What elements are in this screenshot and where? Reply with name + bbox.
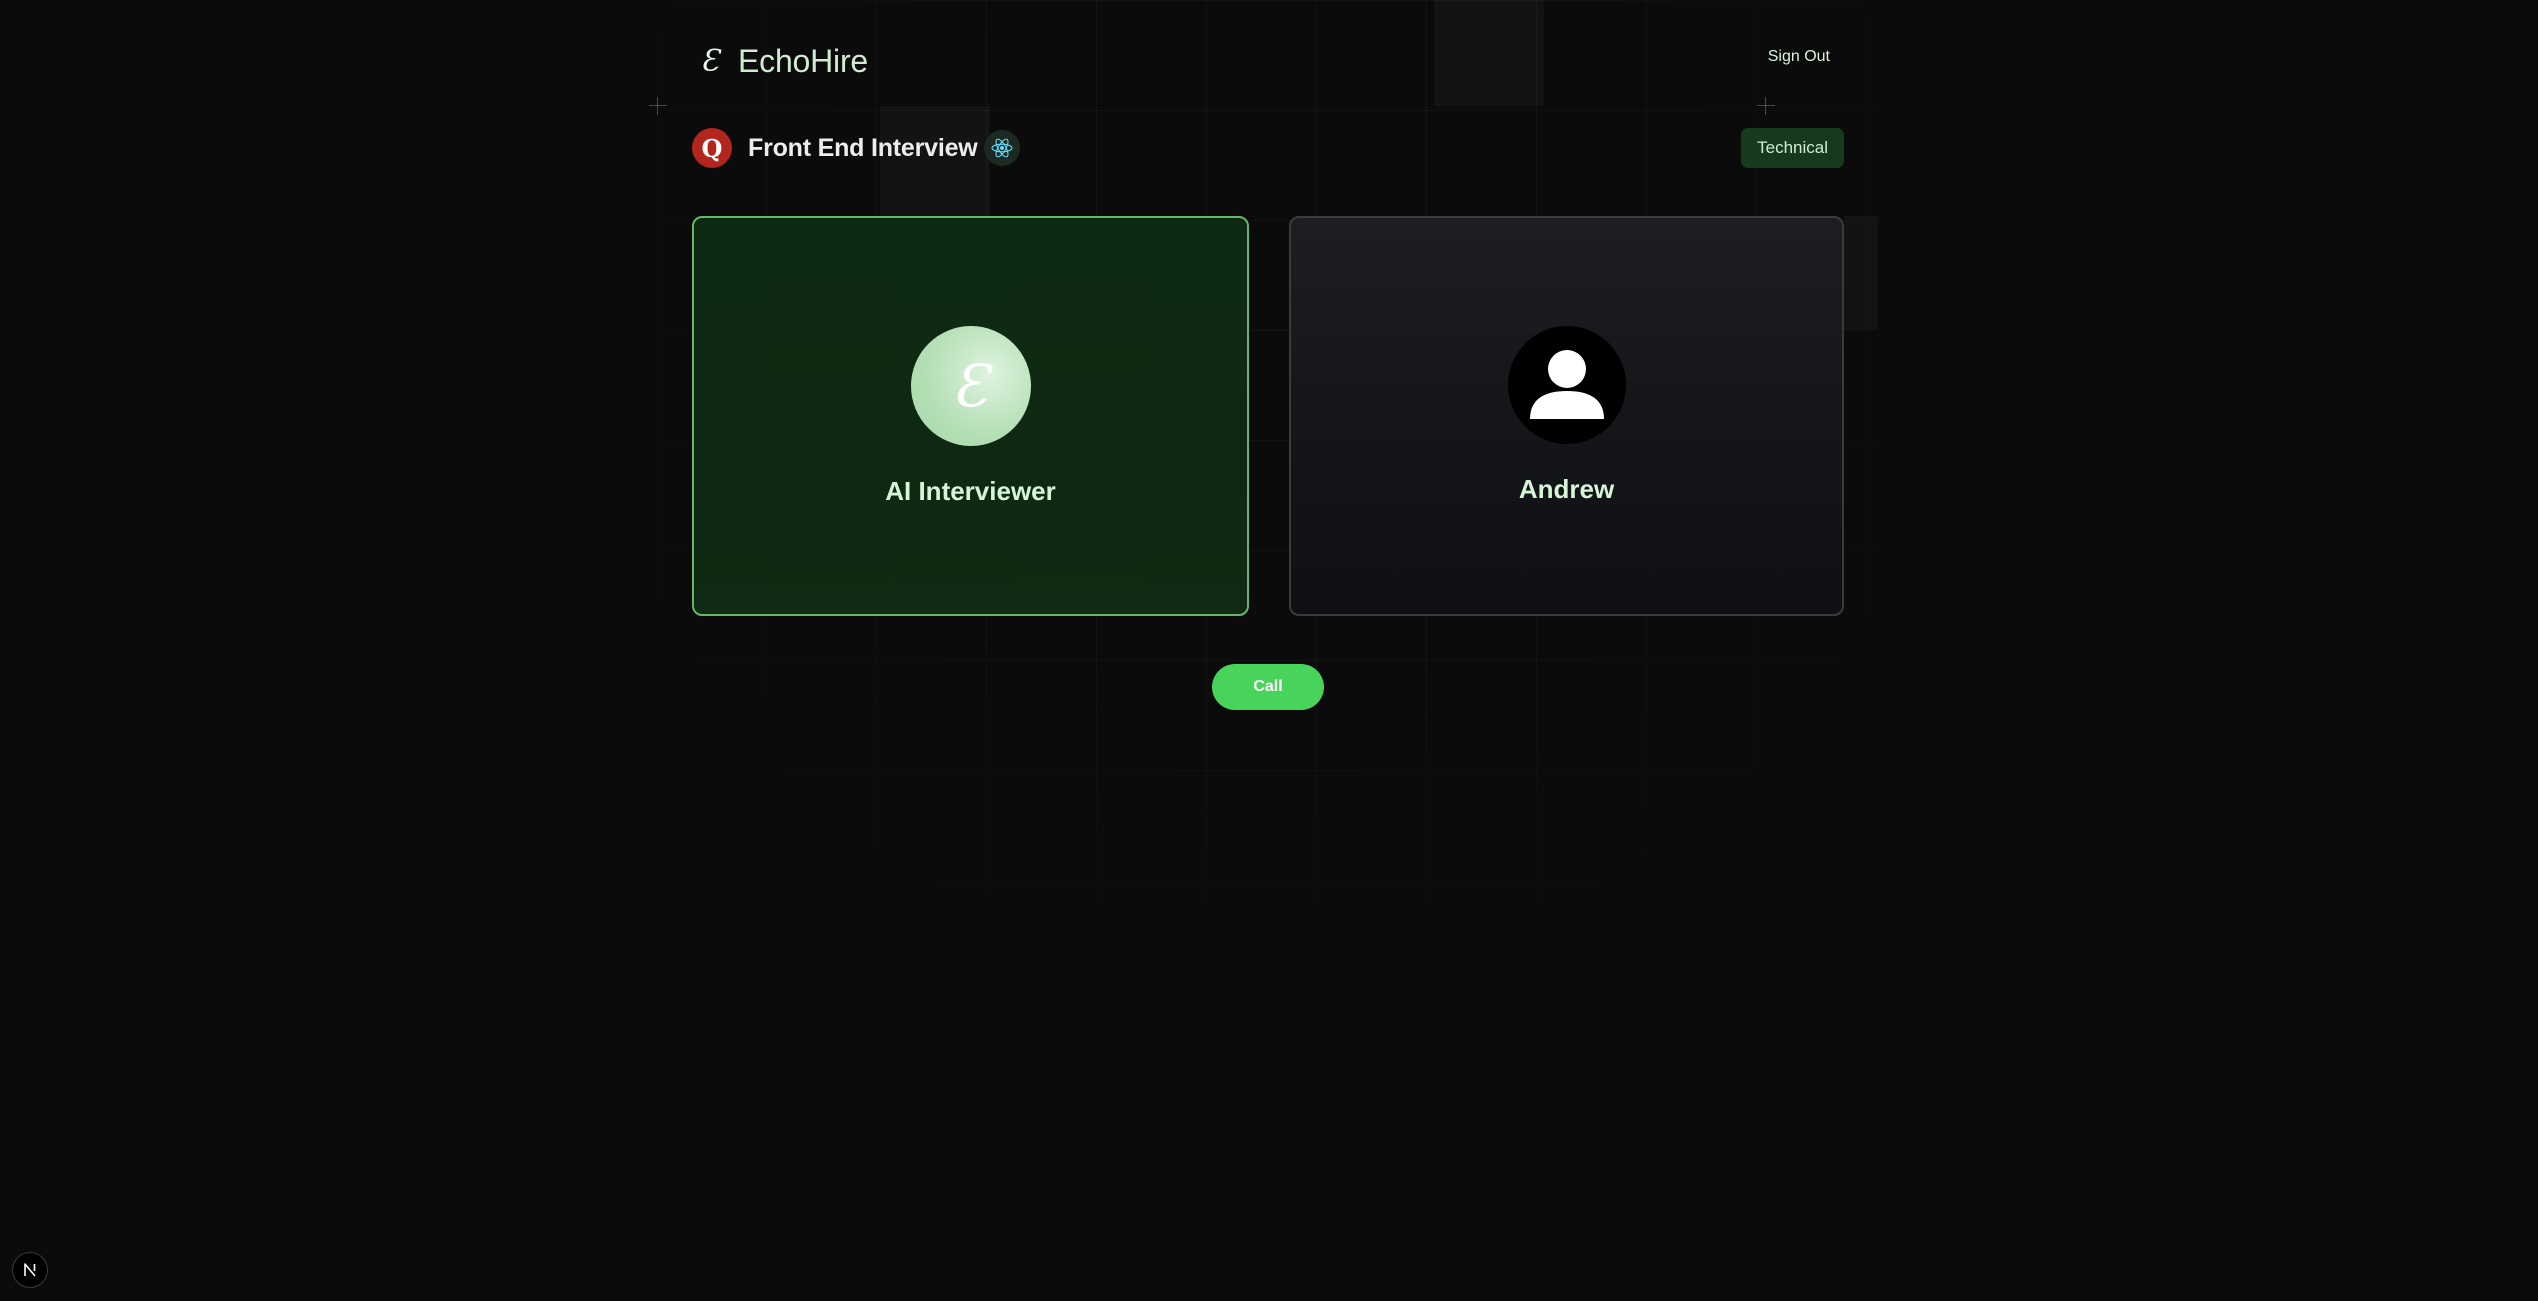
react-icon xyxy=(984,130,1020,166)
user-card: Andrew xyxy=(1289,216,1844,616)
call-button[interactable]: Call xyxy=(1212,664,1324,710)
interview-title: Front End Interview xyxy=(748,134,978,162)
grid-plus-marker xyxy=(649,97,667,115)
ai-avatar: Ɛ xyxy=(910,326,1031,446)
navbar: Ɛ EchoHire Sign Out xyxy=(692,38,1844,84)
sign-out-button[interactable]: Sign Out xyxy=(1768,48,1830,66)
brand-name: EchoHire xyxy=(738,42,869,79)
echohire-logo-icon: Ɛ xyxy=(952,352,989,420)
background-grid-highlight xyxy=(1844,216,1878,330)
user-avatar xyxy=(1507,326,1626,444)
nextjs-dev-indicator[interactable] xyxy=(12,1252,48,1288)
company-logo-icon: Q xyxy=(692,128,732,168)
ai-interviewer-name: AI Interviewer xyxy=(885,476,1056,506)
echohire-logo-icon: Ɛ xyxy=(700,43,720,79)
user-icon xyxy=(1529,350,1604,419)
company-logo-letter: Q xyxy=(701,133,723,163)
interview-type-badge: Technical xyxy=(1741,128,1844,168)
react-icon-graphic xyxy=(991,138,1013,158)
nextjs-icon xyxy=(24,1263,36,1277)
ai-interviewer-card: Ɛ AI Interviewer xyxy=(692,216,1249,616)
user-name: Andrew xyxy=(1518,474,1615,504)
interview-header: Q Front End Interview Technical xyxy=(692,128,1844,168)
brand[interactable]: Ɛ EchoHire xyxy=(698,38,869,84)
main-container: Ɛ EchoHire Sign Out Q Front End Intervie… xyxy=(692,0,1844,760)
